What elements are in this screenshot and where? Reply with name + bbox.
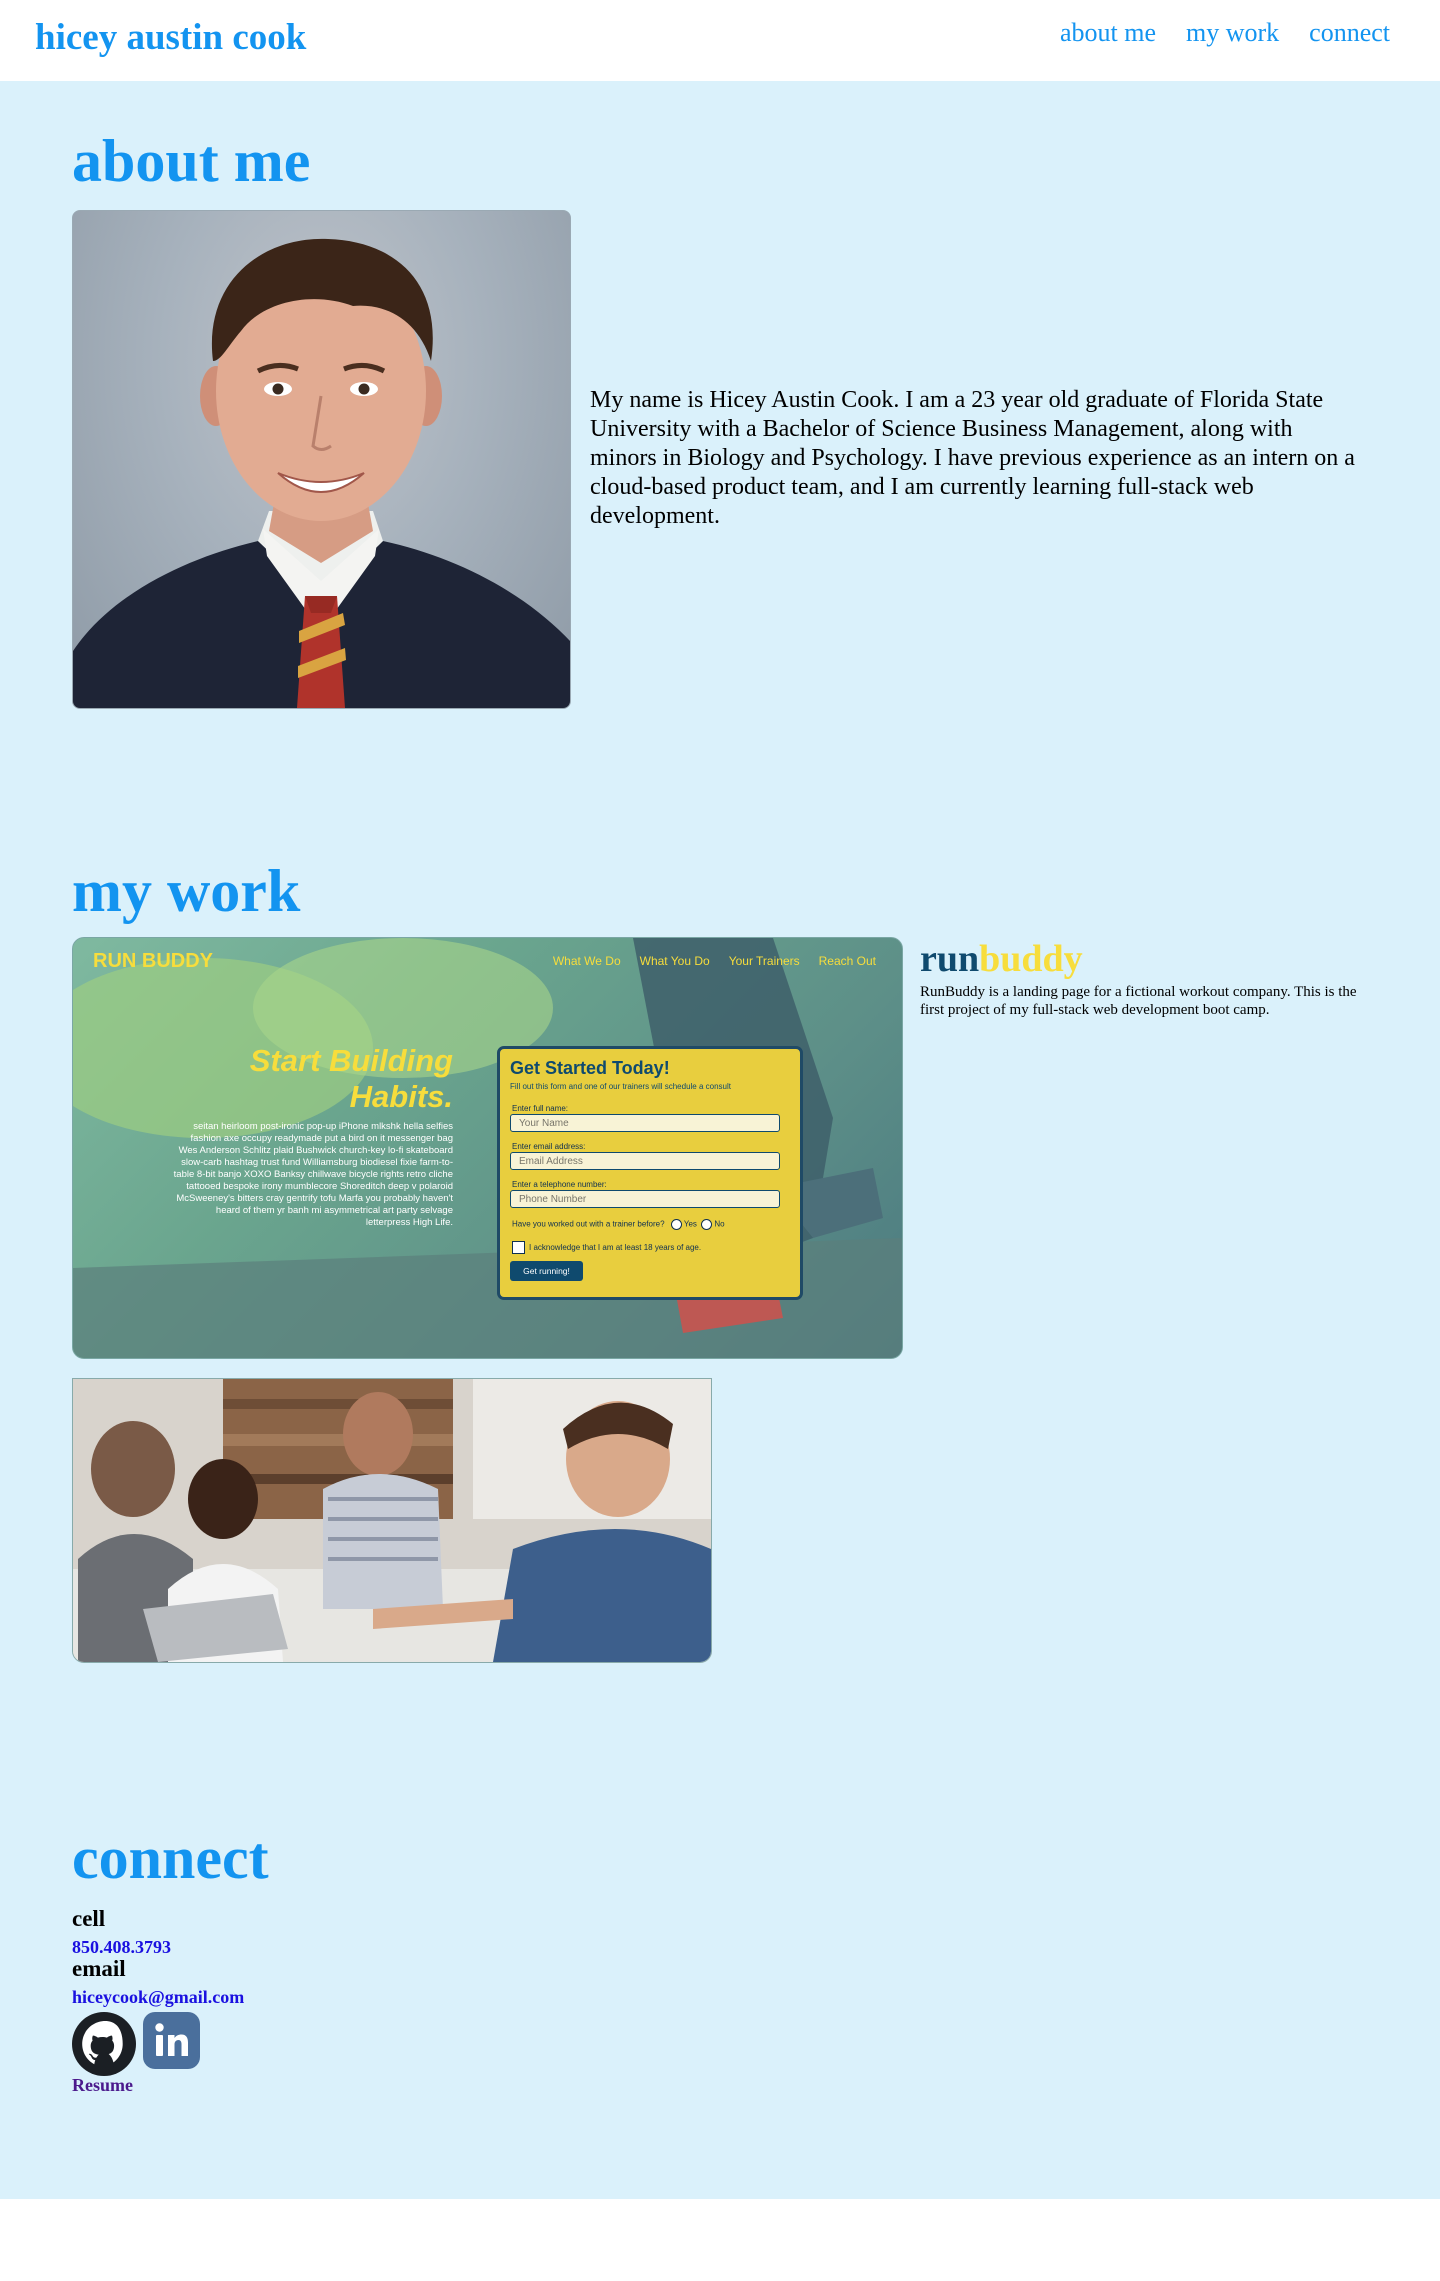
runbuddy-age-checkbox-label: I acknowledge that I am at least 18 year…	[529, 1243, 702, 1252]
email-link[interactable]: hiceycook@gmail.com	[72, 1987, 244, 2008]
project-title-buddy: buddy	[979, 938, 1083, 980]
runbuddy-radio-yes	[670, 1219, 682, 1230]
runbuddy-nav-item: Reach Out	[818, 954, 876, 968]
runbuddy-radio-question: Have you worked out with a trainer befor…	[512, 1219, 725, 1230]
runbuddy-filler-text: seitan heirloom post-ironic pop-up iPhon…	[173, 1121, 453, 1228]
work-title: my work	[72, 858, 301, 924]
runbuddy-hero-line: Habits.	[349, 1079, 453, 1114]
site-header: hicey austin cook about me my work conne…	[0, 0, 1440, 81]
main-content: about me My name is Hicey Austin Cook. I…	[0, 81, 1440, 2199]
runbuddy-nav-item: Your Trainers	[728, 954, 800, 968]
runbuddy-name-field: Your Name	[510, 1114, 780, 1132]
main-nav: about me my work connect	[1034, 18, 1390, 48]
runbuddy-email-field: Email Address	[510, 1152, 780, 1170]
runbuddy-nav-item: What You Do	[639, 954, 710, 968]
email-label: email	[72, 1956, 126, 1981]
project-title[interactable]: runbuddy	[920, 937, 1083, 981]
profile-photo	[72, 210, 571, 709]
runbuddy-radio-question-text: Have you worked out with a trainer befor…	[512, 1219, 665, 1229]
runbuddy-phone-field: Phone Number	[510, 1190, 780, 1208]
runbuddy-form: Get Started Today! Fill out this form an…	[497, 1046, 803, 1300]
runbuddy-field-label: Enter a telephone number:	[512, 1180, 607, 1189]
connect-title: connect	[72, 1825, 269, 1891]
runbuddy-radio-yes-label: Yes	[683, 1219, 697, 1229]
runbuddy-hero-line: Start Building	[249, 1043, 453, 1078]
runbuddy-nav-item: What We Do	[552, 954, 621, 968]
about-title: about me	[72, 128, 311, 194]
nav-my-work[interactable]: my work	[1186, 18, 1279, 47]
runbuddy-form-subtitle: Fill out this form and one of our traine…	[510, 1082, 731, 1091]
site-brand-link[interactable]: hicey austin cook	[35, 16, 306, 59]
project-description: RunBuddy is a landing page for a fiction…	[920, 984, 1357, 1018]
cell-phone-link[interactable]: 850.408.3793	[72, 1937, 171, 1958]
runbuddy-field-label: Enter email address:	[512, 1142, 586, 1151]
runbuddy-submit-button: Get running!	[510, 1261, 583, 1281]
runbuddy-nav: What We Do What You Do Your Trainers Rea…	[538, 952, 876, 970]
team-meeting-photo	[72, 1378, 712, 1663]
runbuddy-form-title: Get Started Today!	[510, 1058, 670, 1078]
project-title-run: run	[920, 938, 980, 980]
runbuddy-hero: Start Building Habits.	[178, 1043, 453, 1115]
nav-about-me[interactable]: about me	[1060, 18, 1156, 47]
page-footer-space	[0, 2199, 1440, 2281]
runbuddy-brand: RUN BUDDY	[93, 950, 213, 972]
runbuddy-age-checkbox	[512, 1241, 525, 1254]
about-bio: My name is Hicey Austin Cook. I am a 23 …	[590, 387, 1355, 529]
linkedin-icon[interactable]	[143, 2012, 200, 2074]
github-icon[interactable]	[72, 2012, 136, 2081]
runbuddy-radio-no-label: No	[714, 1219, 725, 1229]
resume-link[interactable]: Resume	[72, 2075, 133, 2096]
cell-label: cell	[72, 1906, 106, 1931]
runbuddy-radio-no	[701, 1219, 713, 1230]
runbuddy-screenshot[interactable]: RUN BUDDY What We Do What You Do Your Tr…	[72, 937, 903, 1359]
nav-connect[interactable]: connect	[1309, 18, 1390, 47]
runbuddy-field-label: Enter full name:	[512, 1104, 569, 1113]
